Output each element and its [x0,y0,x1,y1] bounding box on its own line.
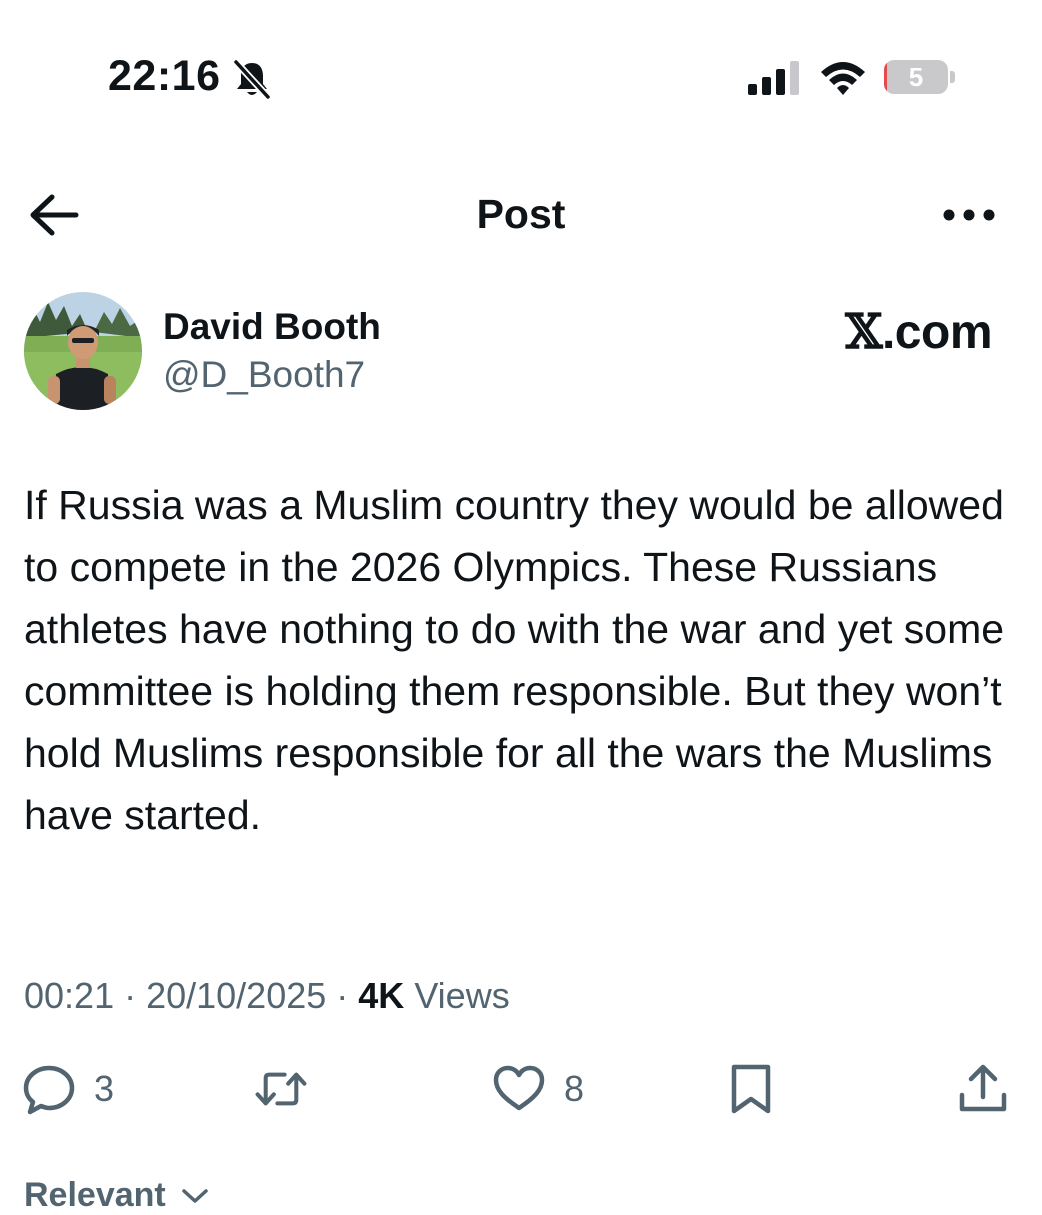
battery-icon: 5 [884,60,956,96]
like-count: 8 [564,1068,585,1109]
bell-off-icon [233,59,271,100]
more-horizontal-icon[interactable] [940,198,998,232]
x-logo-text: .com [881,306,993,359]
battery-level: 5 [908,62,924,92]
views-count[interactable]: 4K [358,975,404,1016]
sort-dropdown[interactable]: Relevant [24,1176,209,1215]
reply-icon [23,1065,75,1115]
sort-label: Relevant [24,1176,166,1214]
like-icon [493,1065,545,1111]
avatar[interactable] [24,292,142,410]
avatar-image [24,292,142,410]
page-title: Post [476,191,566,237]
author-handle[interactable]: @D_Booth7 [163,354,365,396]
chevron-down-icon [182,1189,208,1203]
share-button[interactable] [956,1062,1010,1116]
x-logo-glyph: 𝕏 [845,304,882,360]
bookmark-icon [731,1064,771,1114]
share-icon [959,1064,1007,1112]
status-bar: 22:16 5 [0,0,1042,150]
post-meta: 00:21 · 20/10/2025 · 4K Views [24,975,510,1017]
battery-body: 5 [884,60,948,94]
reply-count: 3 [94,1068,115,1109]
views-label[interactable]: Views [404,975,509,1016]
signal-icon [748,61,799,95]
post-text: If Russia was a Muslim country they woul… [24,482,1005,838]
like-button[interactable]: 8 [492,1062,584,1116]
reply-button[interactable]: 3 [22,1062,114,1116]
post-time[interactable]: 00:21 [24,975,114,1016]
repost-icon [255,1072,307,1106]
wifi-icon [821,62,865,95]
meta-separator: · [114,975,147,1016]
meta-separator: · [326,975,359,1016]
battery-cap [950,71,955,83]
status-time: 22:16 [108,52,221,100]
bookmark-button[interactable] [724,1062,778,1116]
post-date[interactable]: 20/10/2025 [146,975,326,1016]
x-com-logo: 𝕏.com [845,304,992,360]
author-name[interactable]: David Booth [163,306,381,348]
repost-button[interactable] [254,1062,308,1116]
